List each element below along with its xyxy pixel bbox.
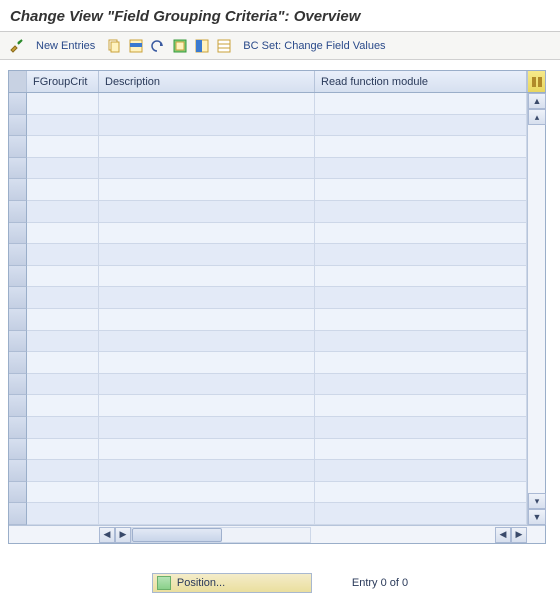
row-selector[interactable] [9, 223, 27, 245]
page-title: Change View "Field Grouping Criteria": O… [0, 0, 560, 32]
row-selector[interactable] [9, 395, 27, 417]
table-row[interactable] [27, 287, 527, 309]
table-row[interactable] [27, 374, 527, 396]
table-row[interactable] [27, 136, 527, 158]
row-selector[interactable] [9, 136, 27, 158]
table-row[interactable] [27, 482, 527, 504]
vertical-scrollbar[interactable]: ▲ ▴ ▾ ▼ [527, 93, 545, 525]
column-header-description[interactable]: Description [99, 71, 315, 92]
position-button[interactable]: Position... [152, 573, 312, 593]
table-row[interactable] [27, 158, 527, 180]
row-selector-header[interactable] [9, 71, 27, 92]
grid-header: FGroupCrit Description Read function mod… [9, 71, 545, 93]
column-config-icon[interactable] [527, 71, 545, 92]
table-row[interactable] [27, 439, 527, 461]
row-selector[interactable] [9, 266, 27, 288]
table-row[interactable] [27, 503, 527, 525]
table-row[interactable] [27, 223, 527, 245]
table-row[interactable] [27, 201, 527, 223]
row-selector[interactable] [9, 482, 27, 504]
table-row[interactable] [27, 395, 527, 417]
row-selector-column [9, 93, 27, 525]
scroll-up2-icon[interactable]: ▴ [528, 109, 546, 125]
scroll-up-icon[interactable]: ▲ [528, 93, 546, 109]
data-grid: FGroupCrit Description Read function mod… [8, 70, 546, 544]
row-selector[interactable] [9, 331, 27, 353]
hscroll-left-icon[interactable]: ◀ [99, 527, 115, 543]
column-header-fgroupcrit[interactable]: FGroupCrit [27, 71, 99, 92]
hscroll-thumb[interactable] [132, 528, 222, 542]
footer: Position... Entry 0 of 0 [0, 573, 560, 593]
scroll-down-icon[interactable]: ▾ [528, 493, 546, 509]
toolbar: New Entries BC Set: Change Field Values [0, 32, 560, 60]
table-row[interactable] [27, 309, 527, 331]
copy-icon[interactable] [105, 37, 123, 55]
table-row[interactable] [27, 179, 527, 201]
row-selector[interactable] [9, 201, 27, 223]
table-row[interactable] [27, 266, 527, 288]
position-icon [157, 576, 171, 590]
select-all-icon[interactable] [171, 37, 189, 55]
row-selector[interactable] [9, 374, 27, 396]
row-selector[interactable] [9, 93, 27, 115]
table-row[interactable] [27, 460, 527, 482]
row-selector[interactable] [9, 352, 27, 374]
entry-count-text: Entry 0 of 0 [352, 577, 408, 589]
bc-set-button[interactable]: BC Set: Change Field Values [237, 40, 391, 52]
row-selector[interactable] [9, 309, 27, 331]
horizontal-scrollbar: ◀ ▶ ◀ ▶ [9, 525, 545, 543]
select-row-icon[interactable] [127, 37, 145, 55]
table-row[interactable] [27, 331, 527, 353]
row-selector[interactable] [9, 417, 27, 439]
scroll-down2-icon[interactable]: ▼ [528, 509, 546, 525]
deselect-icon[interactable] [215, 37, 233, 55]
column-header-readfn[interactable]: Read function module [315, 71, 527, 92]
grid-rows [27, 93, 527, 525]
row-selector[interactable] [9, 158, 27, 180]
row-selector[interactable] [9, 244, 27, 266]
row-selector[interactable] [9, 179, 27, 201]
hscroll-right2-icon[interactable]: ▶ [511, 527, 527, 543]
table-row[interactable] [27, 244, 527, 266]
hscroll-track[interactable] [131, 527, 311, 543]
table-row[interactable] [27, 93, 527, 115]
pencil-check-icon[interactable] [8, 37, 26, 55]
table-row[interactable] [27, 115, 527, 137]
table-row[interactable] [27, 417, 527, 439]
new-entries-button[interactable]: New Entries [30, 40, 101, 52]
hscroll-right-icon[interactable]: ▶ [115, 527, 131, 543]
row-selector[interactable] [9, 439, 27, 461]
undo-icon[interactable] [149, 37, 167, 55]
hscroll-left2-icon[interactable]: ◀ [495, 527, 511, 543]
row-selector[interactable] [9, 460, 27, 482]
select-block-icon[interactable] [193, 37, 211, 55]
row-selector[interactable] [9, 287, 27, 309]
row-selector[interactable] [9, 503, 27, 525]
position-label: Position... [177, 577, 225, 589]
table-row[interactable] [27, 352, 527, 374]
row-selector[interactable] [9, 115, 27, 137]
